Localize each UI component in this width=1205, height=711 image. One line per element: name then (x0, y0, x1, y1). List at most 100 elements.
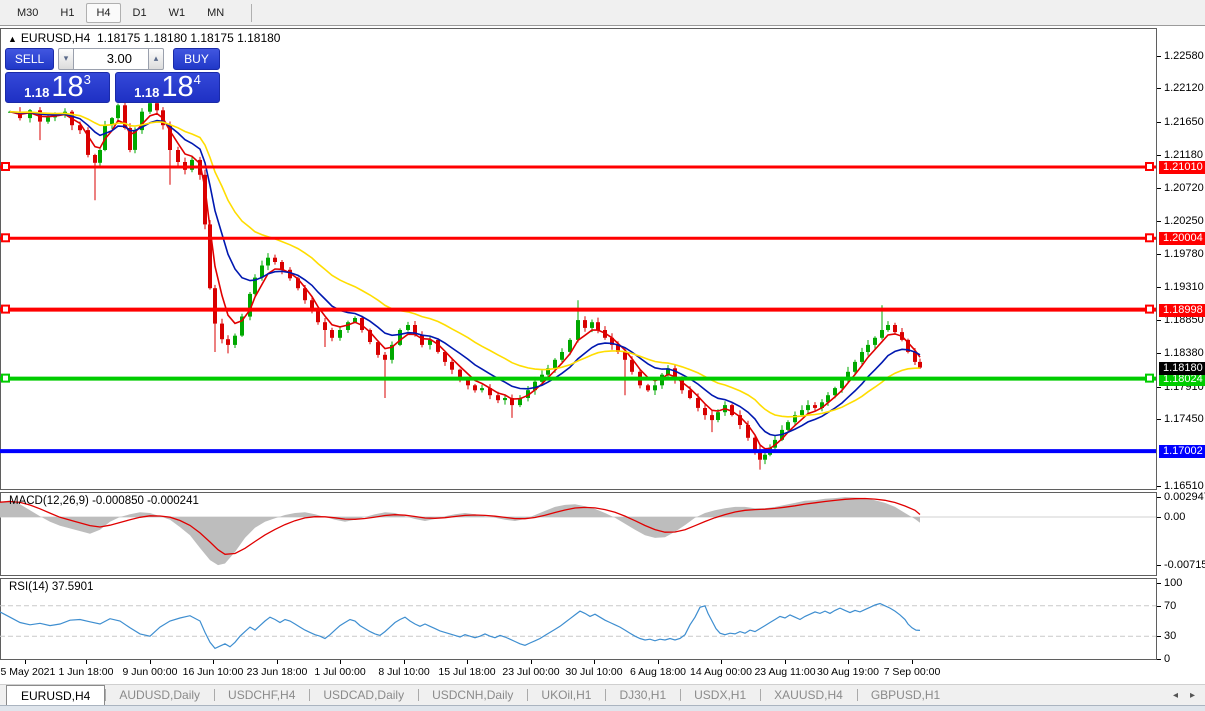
trading-terminal-window: { "toolbar": { "timeframes": ["M30","H1"… (0, 0, 1205, 711)
timeframe-button-h4[interactable]: H4 (86, 3, 120, 23)
tick-mark (1157, 606, 1161, 607)
chart-ohlc-values: 1.18175 1.18180 1.18175 1.18180 (97, 31, 281, 45)
timeframe-button-d1[interactable]: D1 (123, 3, 157, 23)
scale-tick-label: 1.18380 (1157, 347, 1205, 360)
price-scale[interactable]: 1.22580 1.22120 1.21650 1.21180 1.20720 1.202… (1157, 0, 1205, 704)
sell-price-display[interactable]: 1.18 18 3 (5, 72, 110, 103)
tick-mark (1157, 387, 1161, 388)
volume-increase-button[interactable]: ▴ (148, 48, 164, 70)
scale-tick-label: 1.21650 (1157, 116, 1205, 129)
time-tick-label: 14 Aug 00:00 (690, 666, 752, 678)
chart-tab-usdx-h1[interactable]: USDX,H1 (680, 685, 760, 705)
scale-tick-label: 30 (1157, 630, 1205, 643)
volume-input[interactable] (74, 48, 148, 70)
chart-tab-ukoil-h1[interactable]: UKOil,H1 (527, 685, 605, 705)
rsi-chart[interactable] (0, 578, 1157, 665)
tick-mark (1157, 659, 1161, 660)
scale-tick-label: 0.002947 (1157, 491, 1205, 504)
current-price-flag: 1.18180 (1159, 362, 1205, 375)
scale-tick-label: 1.22120 (1157, 82, 1205, 95)
tick-mark (1157, 320, 1161, 321)
tick-mark (1157, 497, 1161, 498)
scale-tick-label: 0.00 (1157, 511, 1205, 524)
bottom-scroll-strip (0, 705, 1205, 711)
scale-tick-label: 1.21180 (1157, 149, 1205, 162)
scale-tick-label: 70 (1157, 600, 1205, 613)
time-tick-label: 23 Jul 00:00 (502, 666, 559, 678)
tick-mark (1157, 155, 1161, 156)
scale-tick-label: -0.007151 (1157, 559, 1205, 572)
rsi-label: RSI(14) 37.5901 (9, 581, 93, 593)
tick-mark (1157, 122, 1161, 123)
timeframe-button-h1[interactable]: H1 (50, 3, 84, 23)
hline-price-flag: 1.17002 (1159, 445, 1205, 458)
tick-mark (1157, 88, 1161, 89)
sell-button[interactable]: SELL (5, 48, 54, 70)
chart-tab-usdcnh-daily[interactable]: USDCNH,Daily (418, 685, 527, 705)
chart-tab-usdchf-h4[interactable]: USDCHF,H4 (214, 685, 309, 705)
chart-tab-gbpusd-h1[interactable]: GBPUSD,H1 (857, 685, 954, 705)
time-tick-label: 9 Jun 00:00 (123, 666, 178, 678)
sell-price-prefix: 1.18 (24, 84, 49, 101)
sell-price-big-digits: 18 (51, 74, 83, 101)
one-click-trade-panel: SELL ▾ ▴ BUY 1.18 18 3 1.18 18 4 (5, 47, 220, 103)
hline-price-flag: 1.18998 (1159, 304, 1205, 317)
scale-tick-label: 100 (1157, 577, 1205, 590)
chart-tab-eurusd-h4[interactable]: EURUSD,H4 (6, 685, 105, 705)
time-tick-label: 30 Aug 19:00 (817, 666, 879, 678)
time-tick-label: 8 Jul 10:00 (378, 666, 429, 678)
time-tick-label: 6 Aug 18:00 (630, 666, 686, 678)
scale-tick-label: 1.22580 (1157, 50, 1205, 63)
tick-mark (1157, 636, 1161, 637)
timeframe-button-w1[interactable]: W1 (159, 3, 196, 23)
buy-button[interactable]: BUY (173, 48, 220, 70)
hline-price-flag: 1.21010 (1159, 161, 1205, 174)
buy-price-prefix: 1.18 (134, 84, 159, 101)
timeframe-button-m30[interactable]: M30 (7, 3, 48, 23)
chart-symbol-label: EURUSD,H4 (21, 31, 90, 45)
timeframe-button-mn[interactable]: MN (197, 3, 234, 23)
buy-price-pipette: 4 (194, 74, 201, 86)
arrow-down-icon: ▾ (64, 53, 69, 64)
time-tick-label: 16 Jun 10:00 (183, 666, 244, 678)
chart-tab-usdcad-daily[interactable]: USDCAD,Daily (309, 685, 418, 705)
time-tick-label: 15 Jul 18:00 (438, 666, 495, 678)
tick-mark (1157, 583, 1161, 584)
chart-tab-dj30-h1[interactable]: DJ30,H1 (605, 685, 680, 705)
tick-mark (1157, 221, 1161, 222)
tick-mark (1157, 486, 1161, 487)
time-tick-label: 1 Jul 00:00 (314, 666, 365, 678)
toolbar-separator (251, 4, 252, 22)
timeframe-toolbar: M30H1H4D1W1MN (0, 0, 1205, 26)
chart-ohlc-header: ▲ EURUSD,H4 1.18175 1.18180 1.18175 1.181… (8, 31, 280, 45)
tick-mark (1157, 254, 1161, 255)
hline-price-flag: 1.20004 (1159, 232, 1205, 245)
time-tick-label: 23 Aug 11:00 (754, 666, 815, 678)
buy-price-display[interactable]: 1.18 18 4 (115, 72, 220, 103)
tick-mark (1157, 565, 1161, 566)
scale-tick-label: 1.20720 (1157, 182, 1205, 195)
scale-tick-label: 1.19780 (1157, 248, 1205, 261)
arrow-up-icon: ▴ (154, 53, 159, 64)
chart-tab-xauusd-h4[interactable]: XAUUSD,H4 (760, 685, 857, 705)
time-tick-label: 25 May 2021 (0, 666, 55, 678)
scale-tick-label: 1.17450 (1157, 413, 1205, 426)
time-tick-label: 23 Jun 18:00 (247, 666, 308, 678)
tick-mark (1157, 517, 1161, 518)
tick-mark (1157, 188, 1161, 189)
time-tick-label: 1 Jun 18:00 (59, 666, 114, 678)
volume-decrease-button[interactable]: ▾ (58, 48, 74, 70)
buy-price-big-digits: 18 (161, 74, 193, 101)
sell-price-pipette: 3 (84, 74, 91, 86)
tick-mark (1157, 419, 1161, 420)
tick-mark (1157, 287, 1161, 288)
collapse-chart-icon[interactable]: ▲ (8, 34, 17, 44)
chart-tab-audusd-daily[interactable]: AUDUSD,Daily (105, 685, 214, 705)
scale-tick-label: 1.19310 (1157, 281, 1205, 294)
chart-tabs-bar: EURUSD,H4AUDUSD,DailyUSDCHF,H4USDCAD,Dai… (0, 684, 1205, 705)
time-tick-label: 7 Sep 00:00 (884, 666, 941, 678)
scale-tick-label: 0 (1157, 653, 1205, 666)
tick-mark (1157, 56, 1161, 57)
time-tick-label: 30 Jul 10:00 (565, 666, 622, 678)
scale-tick-label: 1.20250 (1157, 215, 1205, 228)
